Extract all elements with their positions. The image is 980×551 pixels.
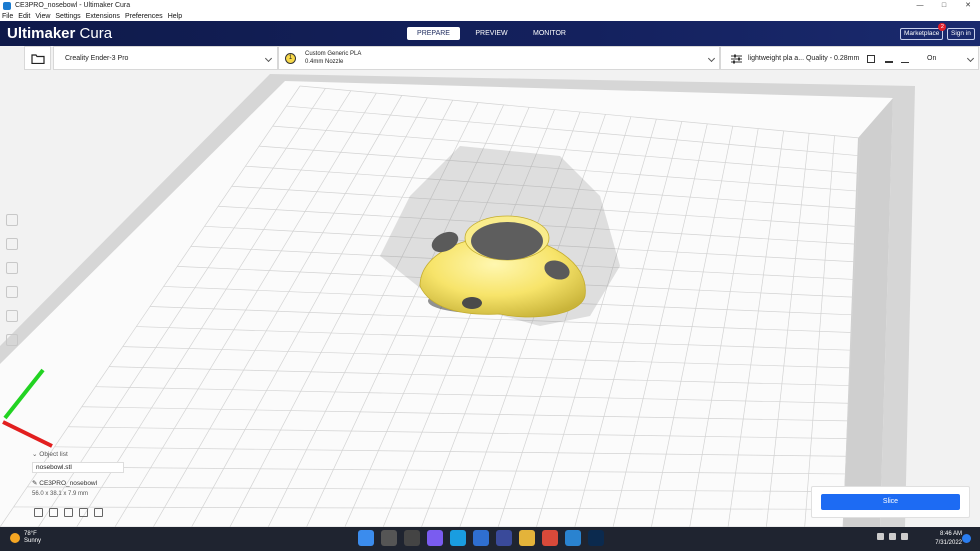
app-header: Ultimaker Cura PREPARE PREVIEW MONITOR M… [0,21,980,46]
logo-product: Cura [79,25,113,42]
wifi-icon[interactable] [889,533,896,540]
printer-name: Creality Ender-3 Pro [65,55,129,62]
menu-file[interactable]: File [2,13,13,20]
marketplace-button[interactable]: Marketplace 2 [900,23,947,40]
system-tray [877,533,913,540]
right-view-icon[interactable] [94,508,103,517]
chevron-down-icon [707,54,716,63]
menu-view[interactable]: View [35,13,50,20]
3d-view-icon[interactable] [34,508,43,517]
clock[interactable]: 8:46 AM 7/31/2022 [922,530,962,548]
sliders-icon [731,54,742,64]
menu-edit[interactable]: Edit [18,13,30,20]
photoshop-icon[interactable] [588,530,604,546]
support-state: On [927,55,937,62]
slice-panel: Slice [811,486,970,518]
marketplace-badge: 2 [938,23,947,31]
adhesion-icon [901,55,909,63]
chevron-down-icon [264,54,273,63]
open-file-button[interactable] [24,46,51,70]
profile-name: lightweight pla a... Quality - 0.28mm [748,55,860,62]
list-item[interactable]: nosebowl.stl [32,462,124,473]
model-dimensions: 56.0 x 38.1 x 7.9 mm [32,491,89,497]
volume-icon[interactable] [901,533,908,540]
transform-toolbar [6,214,20,358]
material-slot-icon: 1 [285,53,296,64]
object-list-header[interactable]: ⌄ Object list [32,450,152,458]
printer-selector[interactable]: Creality Ender-3 Pro [53,46,278,70]
menu-extensions[interactable]: Extensions [86,13,120,20]
stage-tabs: PREPARE PREVIEW MONITOR [407,27,581,40]
file-explorer-icon[interactable] [519,530,535,546]
tab-monitor[interactable]: MONITOR [523,27,576,40]
object-list-panel: ⌄ Object list nosebowl.stl ✎ CE3PRO_nose… [32,450,152,497]
cura-taskbar-icon[interactable] [565,530,581,546]
logo-brand: Ultimaker [7,25,76,42]
menu-help[interactable]: Help [168,13,182,20]
clock-time: 8:46 AM [939,531,962,537]
print-settings-selector[interactable]: lightweight pla a... Quality - 0.28mm On [720,46,979,70]
front-view-icon[interactable] [49,508,58,517]
menu-preferences[interactable]: Preferences [125,13,163,20]
sign-in-button[interactable]: Sign in [947,28,975,40]
edge-icon[interactable] [450,530,466,546]
search-icon[interactable] [381,530,397,546]
move-tool-icon[interactable] [6,214,18,226]
window-controls: — □ ✕ [908,0,980,11]
material-name: Custom Generic PLA [305,51,362,57]
start-icon[interactable] [358,530,374,546]
job-name: CE3PRO_nosebowl [39,480,98,487]
title-bar: CE3PRO_nosebowl - Ultimaker Cura — □ ✕ [0,0,980,11]
ultimaker-cura-logo: Ultimaker Cura [7,25,112,42]
tab-preview[interactable]: PREVIEW [465,27,518,40]
close-button[interactable]: ✕ [956,0,980,11]
scale-tool-icon[interactable] [6,238,18,250]
minimize-button[interactable]: — [908,0,932,11]
folder-icon [31,54,45,64]
mail-icon[interactable] [473,530,489,546]
notification-icon[interactable] [962,534,971,543]
mirror-tool-icon[interactable] [6,286,18,298]
clock-date: 7/31/2022 [935,540,962,546]
material-selector[interactable]: 1 Custom Generic PLA 0.4mm Nozzle [278,46,720,70]
maximize-button[interactable]: □ [932,0,956,11]
revit-icon[interactable] [496,530,512,546]
weather-condition: Sunny [24,538,42,544]
object-list-title: Object list [39,451,68,458]
chrome-icon[interactable] [542,530,558,546]
task-view-icon[interactable] [404,530,420,546]
rotate-tool-icon[interactable] [6,262,18,274]
infill-icon [867,55,875,63]
chevron-down-icon [966,54,975,63]
support-icon [885,55,893,63]
nozzle-size: 0.4mm Nozzle [305,59,344,65]
left-view-icon[interactable] [79,508,88,517]
window-title: CE3PRO_nosebowl - Ultimaker Cura [15,2,131,9]
taskbar-apps [358,530,611,546]
windows-taskbar: 78°F Sunny 8:46 AM 7/31/2022 [0,527,980,551]
menu-bar: File Edit View Settings Extensions Prefe… [0,11,980,21]
top-view-icon[interactable] [64,508,73,517]
chevron-up-icon[interactable] [877,533,884,540]
weather-widget[interactable]: 78°F Sunny [10,531,41,545]
job-name-row[interactable]: ✎ CE3PRO_nosebowl [32,479,152,487]
chat-icon[interactable] [427,530,443,546]
view-orientation-buttons [34,508,109,517]
tab-prepare[interactable]: PREPARE [407,27,460,40]
temperature: 78°F [24,531,37,537]
slice-button[interactable]: Slice [821,494,960,510]
menu-settings[interactable]: Settings [55,13,80,20]
per-model-settings-icon[interactable] [6,310,18,322]
marketplace-label: Marketplace [904,30,940,37]
support-blocker-icon[interactable] [6,334,18,346]
cura-app-icon [3,1,11,10]
sun-icon [10,533,20,543]
